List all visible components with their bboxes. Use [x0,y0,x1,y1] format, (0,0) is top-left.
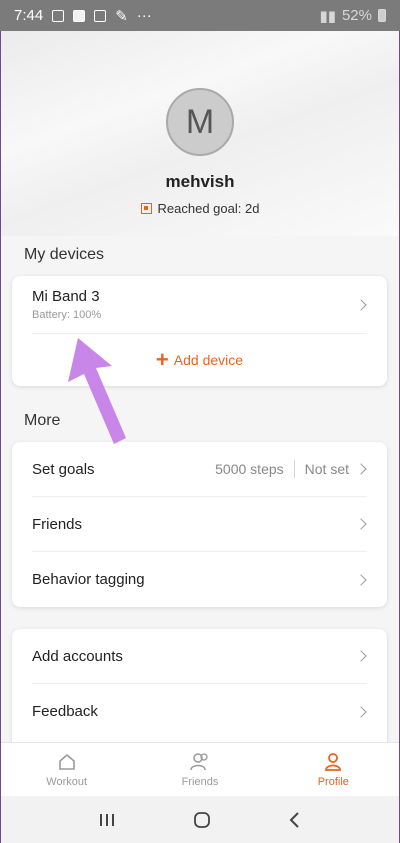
tab-profile-label: Profile [317,775,349,788]
behavior-tagging-row[interactable]: Behavior tagging [32,552,367,607]
chevron-right-icon [355,573,367,586]
tab-friends[interactable]: Friends [133,743,266,796]
chevron-right-icon [355,518,367,530]
system-nav-bar [0,796,400,843]
add-accounts-row[interactable]: Add accounts [32,629,367,684]
home-icon [58,753,75,770]
divider [293,460,295,478]
goal-status-value: Not set [304,461,349,477]
feedback-label: Feedback [32,703,98,720]
feedback-row[interactable]: Feedback [32,684,367,739]
tab-workout-label: Workout [46,775,88,788]
friends-label: Friends [32,515,83,533]
tab-workout[interactable]: Workout [0,743,133,796]
add-accounts-label: Add accounts [32,647,123,665]
status-time: 7:44 [14,7,44,24]
more-status-icon: ··· [136,7,152,24]
chevron-right-icon [355,705,367,718]
add-device-label: Add device [173,352,244,368]
friends-row[interactable]: Friends [32,497,367,552]
status-bar: 7:44 ✎ ··· ▮▮ 52% [0,0,400,31]
device-battery: Battery: 100% [32,309,102,321]
chevron-right-icon [355,650,367,662]
friends-icon [190,752,208,770]
devices-card: Mi Band 3 Battery: 100% + Add device [12,276,387,386]
avatar[interactable]: M [166,88,234,156]
device-name: Mi Band 3 [32,288,100,305]
username: mehvish [165,172,235,191]
chevron-right-icon [355,298,367,311]
battery-percent: 52% [341,7,372,24]
message-icon [94,9,107,22]
notification-icon [52,9,65,22]
section-title-devices: My devices [24,246,105,263]
signal-icon: ▮▮ [319,7,336,25]
goal-badge-icon [140,203,152,214]
steps-goal-value: 5000 steps [215,461,284,477]
plus-icon: + [155,347,169,372]
back-icon[interactable] [288,811,302,829]
bottom-tab-bar: Workout Friends Profile [0,742,400,796]
tab-profile[interactable]: Profile [267,743,400,796]
goal-text: Reached goal: 2d [157,201,260,216]
more-card: Set goals 5000 steps Not set Friends Beh… [12,442,387,607]
accounts-card: Add accounts Feedback [12,629,387,754]
chevron-right-icon [355,463,367,475]
behavior-tagging-label: Behavior tagging [32,571,145,588]
avatar-letter: M [185,102,215,141]
gallery-icon [73,9,86,22]
tools-icon: ✎ [115,7,128,25]
device-row-mi-band[interactable]: Mi Band 3 Battery: 100% [32,276,367,334]
battery-icon [378,9,386,22]
goal-status: Reached goal: 2d [0,201,400,216]
tab-friends-label: Friends [181,775,219,788]
person-icon [325,752,342,771]
section-title-more: More [24,412,61,429]
add-device-button[interactable]: + Add device [12,334,387,386]
set-goals-label: Set goals [32,460,95,478]
home-button-icon[interactable] [193,811,211,829]
set-goals-row[interactable]: Set goals 5000 steps Not set [32,442,367,497]
recents-icon[interactable] [98,812,116,828]
